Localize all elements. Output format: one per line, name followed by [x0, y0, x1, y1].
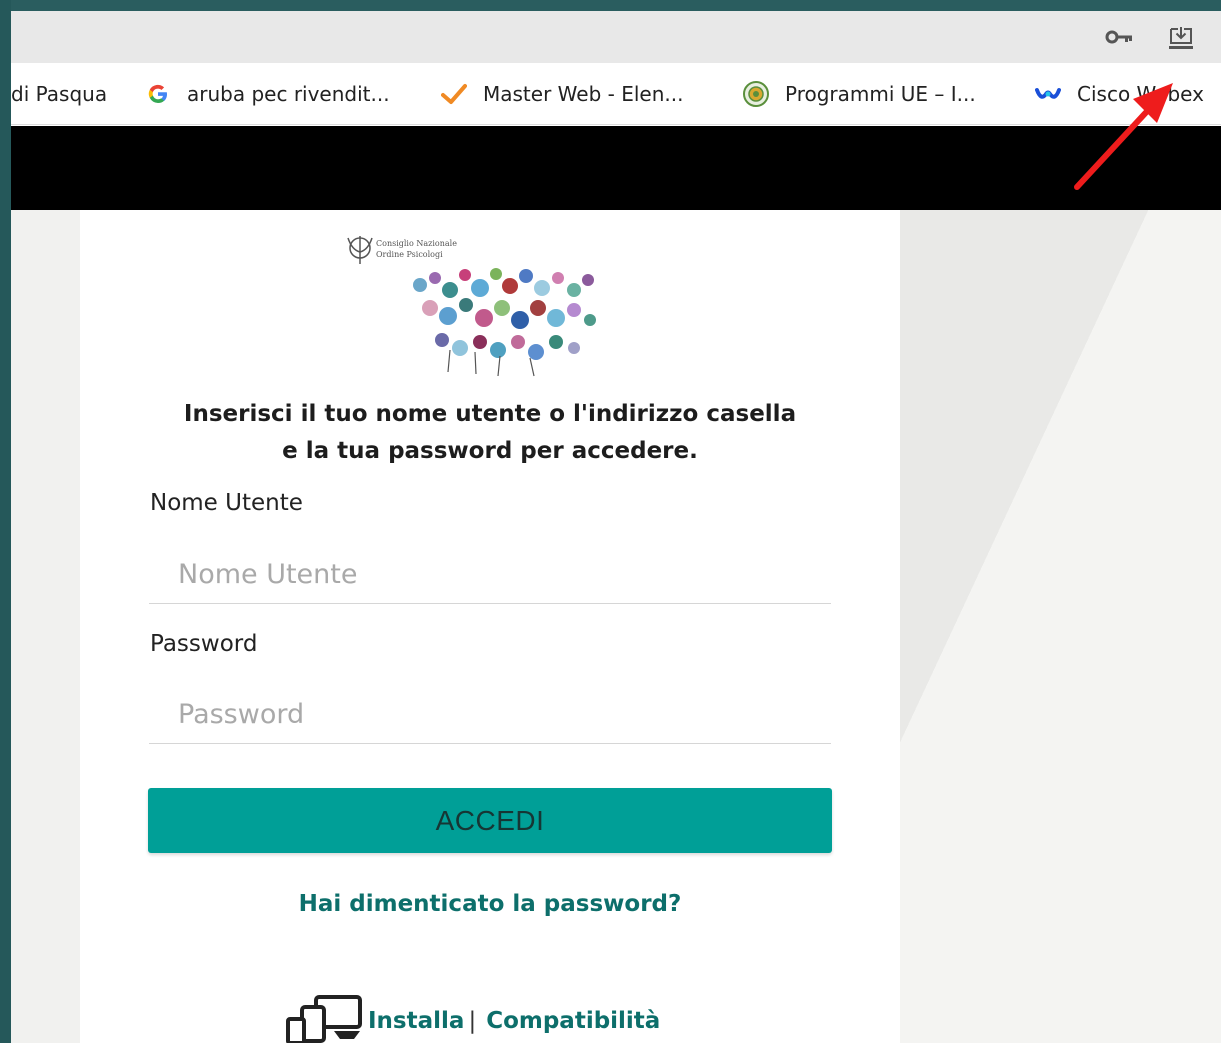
- svg-text:Consiglio Nazionale: Consiglio Nazionale: [376, 239, 457, 248]
- bookmark-label: Master Web - Elen...: [483, 82, 684, 106]
- password-key-icon[interactable]: [1104, 28, 1134, 46]
- bookmark-master-web[interactable]: Master Web - Elen...: [441, 81, 683, 107]
- install-app-icon[interactable]: [1166, 23, 1196, 53]
- footer-links: Installa | Compatibilità: [286, 995, 660, 1043]
- bookmark-aruba-pec[interactable]: aruba pec rivendit...: [145, 81, 390, 107]
- forgot-password-link[interactable]: Hai dimenticato la password?: [80, 891, 900, 917]
- login-button[interactable]: ACCEDI: [148, 788, 832, 853]
- cnop-logo: Consiglio Nazionale Ordine Psicologi: [347, 236, 596, 377]
- username-label: Nome Utente: [150, 490, 303, 516]
- password-input[interactable]: [149, 686, 831, 744]
- page-content: Consiglio Nazionale Ordine Psicologi Ins…: [11, 210, 1221, 1043]
- google-icon: [145, 81, 171, 107]
- annotation-arrow: [1074, 83, 1173, 190]
- checkmark-icon: [441, 81, 467, 107]
- bookmarks-bar: di Pasqua aruba pec rivendit... Master W…: [11, 63, 1221, 125]
- window-frame-top: [0, 0, 1221, 11]
- bookmark-label: di Pasqua: [11, 82, 108, 106]
- intro-line-2: e la tua password per accedere.: [282, 438, 698, 464]
- compatibility-link[interactable]: Compatibilità: [486, 1008, 660, 1034]
- bookmark-label: aruba pec rivendit...: [187, 82, 390, 106]
- intro-line-1: Inserisci il tuo nome utente o l'indiriz…: [183, 401, 797, 427]
- login-instructions: Inserisci il tuo nome utente o l'indiriz…: [120, 396, 860, 470]
- username-input[interactable]: [149, 546, 831, 604]
- install-link[interactable]: Installa: [368, 1008, 464, 1034]
- background-panel: [900, 210, 1221, 1043]
- bookmark-di-pasqua[interactable]: di Pasqua: [11, 81, 107, 107]
- devices-icon: [286, 995, 362, 1043]
- browser-window: di Pasqua aruba pec rivendit... Master W…: [11, 11, 1221, 1043]
- eu-seal-icon: [743, 81, 769, 107]
- login-card: Consiglio Nazionale Ordine Psicologi Ins…: [80, 210, 900, 1043]
- password-label: Password: [150, 631, 258, 657]
- window-frame-left: [0, 0, 11, 1043]
- bookmark-label: Programmi UE – I...: [785, 82, 976, 106]
- browser-toolbar: [11, 11, 1221, 63]
- page-header-bar: [11, 126, 1221, 210]
- link-separator: |: [468, 1008, 477, 1034]
- webex-icon: [1035, 81, 1061, 107]
- svg-text:Ordine Psicologi: Ordine Psicologi: [376, 250, 443, 259]
- bookmark-programmi-ue[interactable]: Programmi UE – I...: [743, 81, 976, 107]
